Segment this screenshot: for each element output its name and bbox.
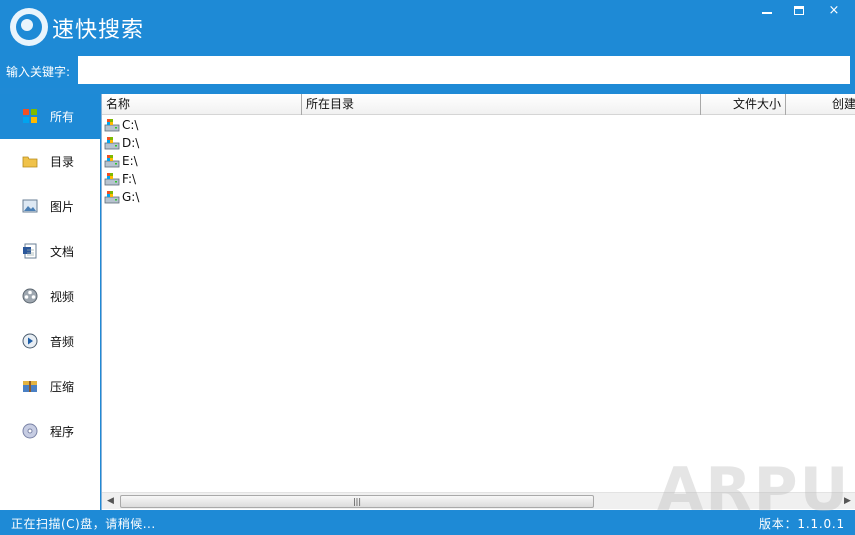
video-icon: [22, 288, 38, 304]
scroll-left-icon[interactable]: ◀: [102, 493, 119, 510]
drive-label: F:\: [122, 172, 137, 186]
folder-icon: [22, 156, 38, 168]
sidebar-item-archive[interactable]: 压缩: [0, 364, 100, 409]
sidebar-item-documents[interactable]: 文档: [0, 229, 100, 274]
drive-icon: [104, 137, 120, 150]
sidebar-item-label: 目录: [50, 155, 75, 169]
sidebar-item-audio[interactable]: 音频: [0, 319, 100, 364]
audio-icon: [22, 333, 38, 349]
drive-label: G:\: [122, 190, 140, 204]
list-item[interactable]: D:\: [103, 134, 403, 152]
status-bar: 正在扫描(C)盘，请稍候... 版本：1.1.0.1: [0, 511, 855, 535]
close-button[interactable]: ×: [817, 0, 851, 24]
all-icon: [23, 109, 37, 123]
sidebar-item-label: 音频: [50, 335, 75, 349]
list-item[interactable]: G:\: [103, 188, 403, 206]
sidebar-item-programs[interactable]: 程序: [0, 409, 100, 454]
drive-label: C:\: [122, 118, 139, 132]
drive-label: D:\: [122, 136, 140, 150]
sidebar-item-label: 文档: [50, 245, 75, 259]
minimize-button[interactable]: [750, 0, 784, 24]
sidebar-item-label: 图片: [50, 200, 75, 214]
app-title: 速快搜索: [52, 18, 145, 43]
app-logo-icon: [10, 8, 48, 46]
column-header-size[interactable]: 文件大小: [701, 94, 786, 115]
drive-label: E:\: [122, 154, 138, 168]
sidebar-item-video[interactable]: 视频: [0, 274, 100, 319]
document-icon: [23, 243, 37, 259]
image-icon: [22, 199, 38, 213]
list-header: 名称 所在目录 文件大小 创建: [102, 94, 855, 115]
list-item[interactable]: F:\: [103, 170, 403, 188]
drive-icon: [104, 119, 120, 132]
drive-icon: [104, 191, 120, 204]
archive-icon: [23, 381, 37, 392]
sidebar-item-label: 压缩: [50, 380, 75, 394]
sidebar-item-label: 程序: [50, 425, 75, 439]
sidebar-item-label: 所有: [50, 110, 75, 124]
scrollbar-thumb[interactable]: |||: [120, 495, 594, 508]
sidebar-item-label: 视频: [50, 290, 75, 304]
search-bar: 输入关键字:: [0, 55, 855, 88]
search-label: 输入关键字:: [6, 65, 71, 79]
column-header-directory[interactable]: 所在目录: [302, 94, 701, 115]
maximize-icon: [794, 6, 804, 15]
drive-icon: [104, 173, 120, 186]
search-input[interactable]: [78, 56, 850, 84]
column-header-created[interactable]: 创建: [786, 94, 855, 115]
status-text: 正在扫描(C)盘，请稍候...: [11, 517, 156, 531]
program-icon: [22, 423, 38, 439]
sidebar-item-all[interactable]: 所有: [0, 94, 100, 139]
file-list: 名称 所在目录 文件大小 创建 C:\ D:\ E:\ F:\ G:\ ◀ ||…: [101, 94, 855, 510]
column-header-name[interactable]: 名称: [102, 94, 302, 115]
sidebar-item-folder[interactable]: 目录: [0, 139, 100, 184]
version-label: 版本：1.1.0.1: [759, 517, 845, 531]
list-item[interactable]: E:\: [103, 152, 403, 170]
category-sidebar: 所有 目录 图片 文档 视频 音频 压缩 程序: [0, 94, 100, 510]
drive-icon: [104, 155, 120, 168]
sidebar-item-images[interactable]: 图片: [0, 184, 100, 229]
list-item[interactable]: C:\: [103, 116, 403, 134]
title-bar: 速快搜索 ×: [0, 0, 855, 55]
maximize-button[interactable]: [782, 0, 816, 24]
minimize-icon: [762, 12, 772, 14]
